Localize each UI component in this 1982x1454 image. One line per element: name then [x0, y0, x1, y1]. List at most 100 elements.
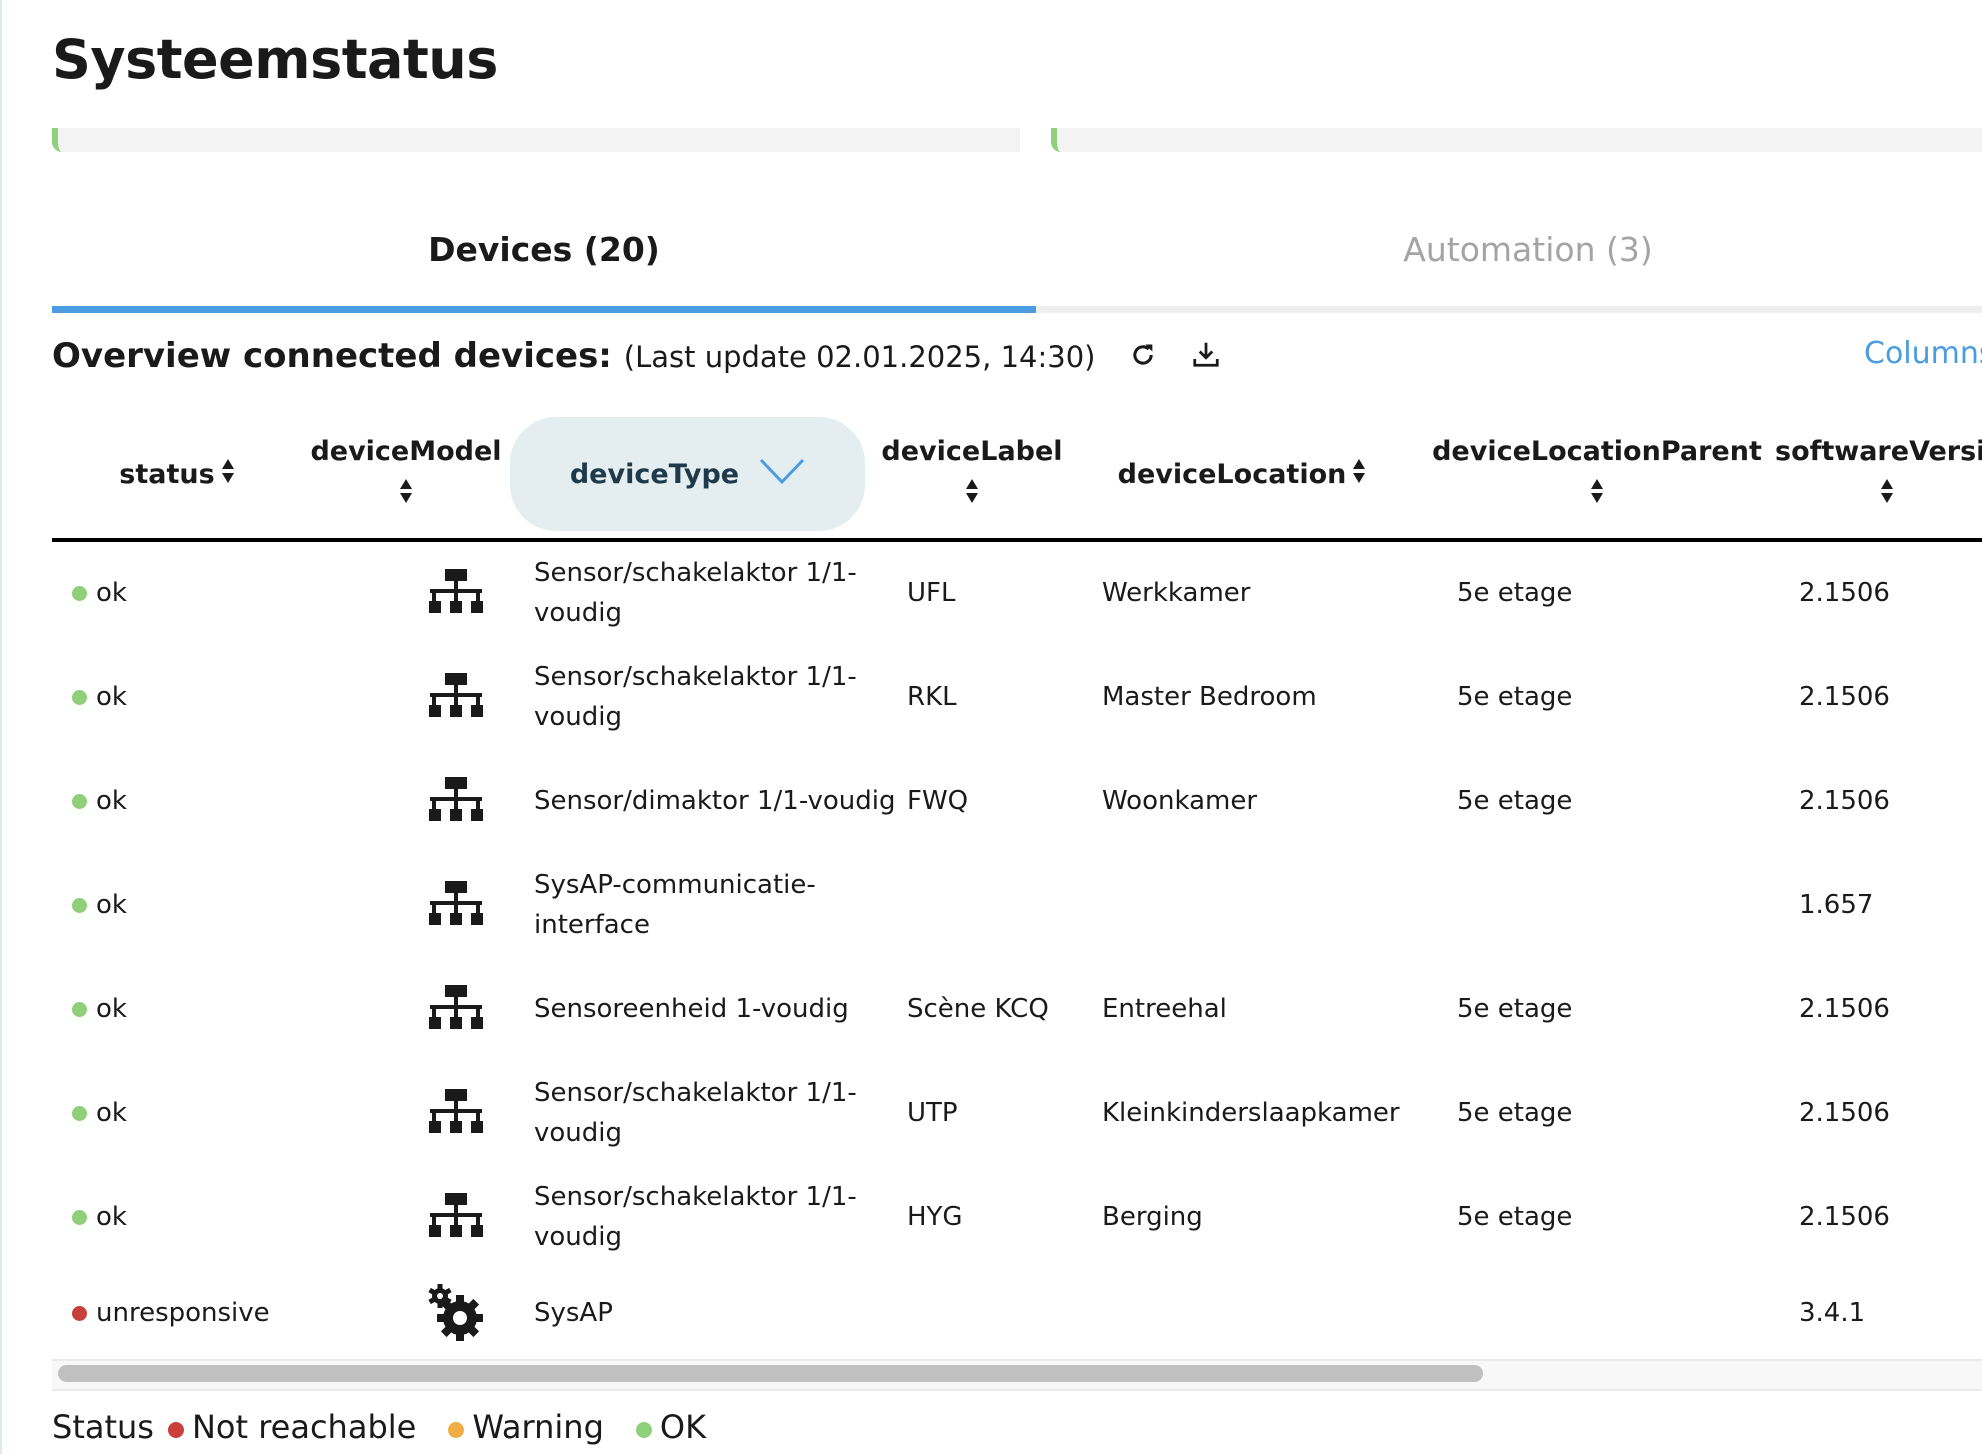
status-legend: Status Not reachable Warning OK: [52, 1408, 724, 1446]
status-dot: [72, 897, 87, 913]
parent-cell: 5e etage: [1457, 682, 1573, 712]
label-cell: FWQ: [907, 786, 969, 816]
version-cell: 1.657: [1799, 890, 1874, 920]
location-cell: [1102, 853, 1442, 957]
status-cell: unresponsive: [72, 1261, 312, 1365]
page-title: Systeemstatus: [52, 28, 498, 91]
table-row[interactable]: ok Sensor/schakelaktor 1/1-voudig UTP Klein…: [52, 1061, 1982, 1165]
label-cell: [907, 853, 1107, 957]
chevron-down-icon[interactable]: [759, 457, 805, 492]
legend-dot: [635, 1422, 652, 1438]
status-cell: ok: [72, 645, 312, 749]
active-tab-indicator: [52, 306, 1036, 313]
scrollbar-thumb[interactable]: [58, 1365, 1483, 1382]
refresh-icon[interactable]: [1129, 338, 1157, 378]
version-cell: 3.4.1: [1799, 1298, 1866, 1328]
location-cell: Woonkamer: [1102, 786, 1258, 816]
version-cell: 2.1506: [1799, 994, 1890, 1024]
table-row[interactable]: ok Sensor/schakelaktor 1/1-voudig UFL Werkk…: [52, 541, 1982, 645]
table-row[interactable]: unresponsive SysAP 3.4.1: [52, 1261, 1982, 1365]
status-text: ok: [96, 786, 127, 816]
header-device-label[interactable]: deviceLabel: [872, 417, 1072, 531]
type-cell: SysAP-communicatie-interface: [534, 870, 816, 940]
network-icon: [352, 541, 560, 645]
gear-icon: [352, 1261, 560, 1365]
header-label: deviceLabel: [881, 436, 1063, 467]
header-device-location-parent[interactable]: deviceLocationParent: [1432, 417, 1762, 531]
network-icon: [352, 749, 560, 853]
network-icon: [352, 853, 560, 957]
version-cell: 2.1506: [1799, 682, 1890, 712]
legend-label: OK: [659, 1408, 707, 1446]
type-cell: Sensor/schakelaktor 1/1-voudig: [534, 1078, 857, 1148]
type-cell: Sensor/schakelaktor 1/1-voudig: [534, 662, 857, 732]
status-dot: [72, 1001, 87, 1017]
type-cell: Sensor/schakelaktor 1/1-voudig: [534, 558, 857, 628]
progress-bar-1: [52, 128, 1020, 152]
columns-link[interactable]: Columns: [1864, 336, 1982, 371]
table-row[interactable]: ok Sensoreenheid 1-voudig Scène KCQ Entreeh…: [52, 957, 1982, 1061]
tab-devices[interactable]: Devices (20): [52, 230, 1036, 269]
status-cell: ok: [72, 957, 312, 1061]
status-cell: ok: [72, 853, 312, 957]
sort-icon[interactable]: [965, 477, 979, 512]
label-cell: [907, 1261, 1107, 1365]
tab-automation[interactable]: Automation (3): [1036, 230, 1982, 269]
label-cell: UFL: [907, 578, 956, 608]
network-icon: [352, 1165, 560, 1269]
network-icon: [352, 957, 560, 1061]
version-cell: 2.1506: [1799, 1098, 1890, 1128]
status-text: ok: [96, 682, 127, 712]
header-device-location[interactable]: deviceLocation: [1082, 417, 1402, 531]
location-cell: Werkkamer: [1102, 578, 1251, 608]
sort-icon[interactable]: [1880, 477, 1894, 512]
status-cell: ok: [72, 541, 312, 645]
status-dot: [72, 585, 87, 601]
parent-cell: 5e etage: [1457, 578, 1573, 608]
status-dot: [72, 689, 87, 705]
label-cell: HYG: [907, 1202, 963, 1232]
legend-dot: [167, 1422, 184, 1438]
overview-title: Overview connected devices:: [52, 336, 612, 376]
location-cell: [1102, 1261, 1442, 1365]
status-text: ok: [96, 994, 127, 1024]
location-cell: Entreehal: [1102, 994, 1227, 1024]
type-cell: Sensor/dimaktor 1/1-voudig: [534, 786, 896, 816]
sort-icon[interactable]: [1590, 477, 1604, 512]
parent-cell: 5e etage: [1457, 1098, 1573, 1128]
status-dot: [72, 1305, 87, 1321]
location-cell: Berging: [1102, 1202, 1203, 1232]
status-dot: [72, 793, 87, 809]
legend-title: Status: [52, 1408, 154, 1446]
network-icon: [352, 1061, 560, 1165]
status-text: ok: [96, 578, 127, 608]
parent-cell: 5e etage: [1457, 994, 1573, 1024]
table-row[interactable]: ok Sensor/schakelaktor 1/1-voudig RKL Maste…: [52, 645, 1982, 749]
header-status[interactable]: status: [52, 417, 302, 531]
legend-label: Warning: [472, 1408, 604, 1446]
sort-icon[interactable]: [1352, 457, 1366, 492]
sort-icon[interactable]: [399, 477, 413, 512]
label-cell: Scène KCQ: [907, 994, 1049, 1024]
type-cell: Sensoreenheid 1-voudig: [534, 994, 849, 1024]
header-label: status: [119, 458, 215, 490]
table-row[interactable]: ok SysAP-communicatie-interface 1.657: [52, 853, 1982, 957]
header-label: deviceModel: [310, 436, 502, 467]
status-text: unresponsive: [96, 1298, 270, 1328]
header-software-version[interactable]: softwareVersio: [1775, 417, 1982, 531]
parent-cell: [1457, 1261, 1797, 1365]
header-label: softwareVersio: [1775, 436, 1982, 467]
status-cell: ok: [72, 1165, 312, 1269]
status-cell: ok: [72, 749, 312, 853]
parent-cell: [1457, 853, 1797, 957]
table-row[interactable]: ok Sensor/dimaktor 1/1-voudig FWQ Woonkamer…: [52, 749, 1982, 853]
table-row[interactable]: ok Sensor/schakelaktor 1/1-voudig HYG Bergi…: [52, 1165, 1982, 1269]
header-device-type[interactable]: deviceType: [510, 417, 865, 531]
status-text: ok: [96, 890, 127, 920]
label-cell: UTP: [907, 1098, 958, 1128]
sort-icon[interactable]: [221, 457, 235, 492]
header-device-model[interactable]: deviceModel: [302, 417, 510, 531]
status-text: ok: [96, 1098, 127, 1128]
parent-cell: 5e etage: [1457, 1202, 1573, 1232]
download-icon[interactable]: [1191, 338, 1221, 378]
